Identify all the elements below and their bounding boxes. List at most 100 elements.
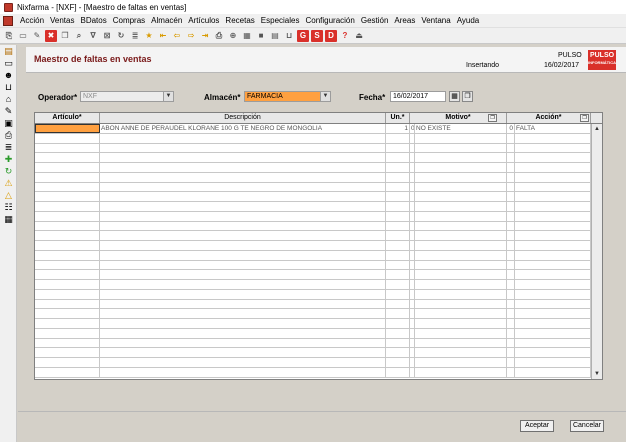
zoom-icon[interactable]: ⊕ [227,30,239,42]
cell-motivo[interactable] [415,221,507,231]
cell-articulo[interactable] [35,241,100,250]
cell-articulo[interactable] [35,153,100,163]
table-row[interactable] [35,182,591,193]
cell-unidades[interactable] [386,241,410,250]
aceptar-button[interactable]: Aceptar [520,420,554,432]
menu-especiales[interactable]: Especiales [258,16,303,25]
cell-accion[interactable] [515,348,591,358]
table-row[interactable] [35,309,591,319]
cell-motivo[interactable] [415,241,507,250]
col-unidades[interactable]: Un.* [386,113,410,123]
tool-s-icon[interactable]: S [311,29,323,42]
document-icon[interactable] [3,15,13,26]
fecha-field[interactable]: 16/02/2017 [390,91,446,102]
cell-descripcion[interactable] [100,270,386,280]
col-accion[interactable]: Acción* [507,113,591,123]
last-icon[interactable]: ⇥ [199,30,211,42]
cell-accion-code[interactable] [507,202,515,211]
table-row[interactable]: ABON ANNE DE PERAUDEL KLORANE 100 G TE N… [35,124,591,134]
table-row[interactable] [35,172,591,183]
table-row[interactable] [35,289,591,300]
prev-icon[interactable]: ⇦ [171,30,183,42]
menu-ayuda[interactable]: Ayuda [454,16,483,25]
cell-descripcion[interactable] [100,289,386,299]
cell-motivo[interactable] [415,163,507,172]
cell-accion[interactable] [515,299,591,309]
table-row[interactable] [35,192,591,202]
cell-accion-code[interactable] [507,231,515,241]
cell-descripcion[interactable] [100,172,386,182]
cell-accion[interactable] [515,280,591,289]
cell-descripcion[interactable] [100,182,386,192]
cell-accion[interactable] [515,221,591,231]
cell-unidades[interactable] [386,270,410,280]
cell-articulo[interactable] [35,319,100,328]
printer-icon[interactable]: ⎙ [2,129,15,141]
find-icon[interactable]: ⌕ [73,30,85,42]
cell-accion-code[interactable] [507,163,515,172]
chevron-down-icon[interactable]: ▼ [320,92,330,101]
cell-accion[interactable] [515,241,591,250]
new-icon[interactable]: ▭ [17,30,29,42]
cell-unidades[interactable] [386,280,410,289]
cell-accion[interactable] [515,289,591,299]
cell-unidades[interactable] [386,143,410,153]
cell-accion-code[interactable] [507,221,515,231]
cell-articulo[interactable] [35,260,100,270]
cell-accion-code[interactable] [507,309,515,319]
cell-accion-code[interactable] [507,358,515,367]
cell-descripcion[interactable] [100,319,386,328]
cell-descripcion[interactable] [100,211,386,221]
table-row[interactable] [35,231,591,241]
menu-bdatos[interactable]: BDatos [77,16,109,25]
filter-icon[interactable]: ∇ [87,30,99,42]
id-card-icon[interactable]: ▭ [2,57,15,69]
cell-accion[interactable] [515,231,591,241]
cell-unidades[interactable] [386,319,410,328]
table-row[interactable] [35,153,591,163]
cell-accion-code[interactable] [507,211,515,221]
exit-icon[interactable]: ⎘ [3,30,15,42]
cell-descripcion[interactable] [100,133,386,143]
cell-motivo[interactable] [415,192,507,202]
table-row[interactable] [35,270,591,280]
cell-descripcion[interactable]: ABON ANNE DE PERAUDEL KLORANE 100 G TE N… [100,124,386,133]
menu-almacen[interactable]: Almacén [148,16,185,25]
cell-accion-code[interactable] [507,182,515,192]
cell-accion-code[interactable] [507,192,515,202]
cell-motivo[interactable] [415,280,507,289]
cell-articulo[interactable] [35,328,100,338]
menu-areas[interactable]: Areas [391,16,418,25]
cell-descripcion[interactable] [100,202,386,211]
cell-accion-code[interactable] [507,338,515,348]
cell-descripcion[interactable] [100,299,386,309]
table-row[interactable] [35,133,591,144]
table-row[interactable] [35,202,591,212]
cell-descripcion[interactable] [100,250,386,260]
cell-accion[interactable] [515,367,591,377]
scroll-down-icon[interactable]: ▼ [592,369,602,379]
cell-descripcion[interactable] [100,260,386,270]
cell-unidades[interactable] [386,299,410,309]
operador-field[interactable]: NXF ▼ [80,91,174,102]
menu-compras[interactable]: Compras [110,16,148,25]
cell-unidades[interactable] [386,192,410,202]
table-row[interactable] [35,367,591,378]
cell-accion[interactable] [515,328,591,338]
cell-accion[interactable] [515,309,591,319]
cell-unidades[interactable] [386,211,410,221]
cell-accion-code[interactable] [507,348,515,358]
cell-motivo[interactable] [415,182,507,192]
delete-icon[interactable]: ✖ [45,29,57,42]
chevron-down-icon[interactable]: ▼ [163,92,173,101]
scroll-up-icon[interactable]: ▲ [592,124,602,134]
cell-descripcion[interactable] [100,221,386,231]
alert-icon[interactable]: △ [2,189,15,201]
cell-accion[interactable] [515,358,591,367]
tag-icon[interactable]: ⌂ [2,93,15,105]
cell-motivo[interactable] [415,202,507,211]
cell-unidades[interactable] [386,221,410,231]
cell-motivo[interactable] [415,338,507,348]
menu-gestion[interactable]: Gestión [358,16,392,25]
cell-unidades[interactable] [386,163,410,172]
